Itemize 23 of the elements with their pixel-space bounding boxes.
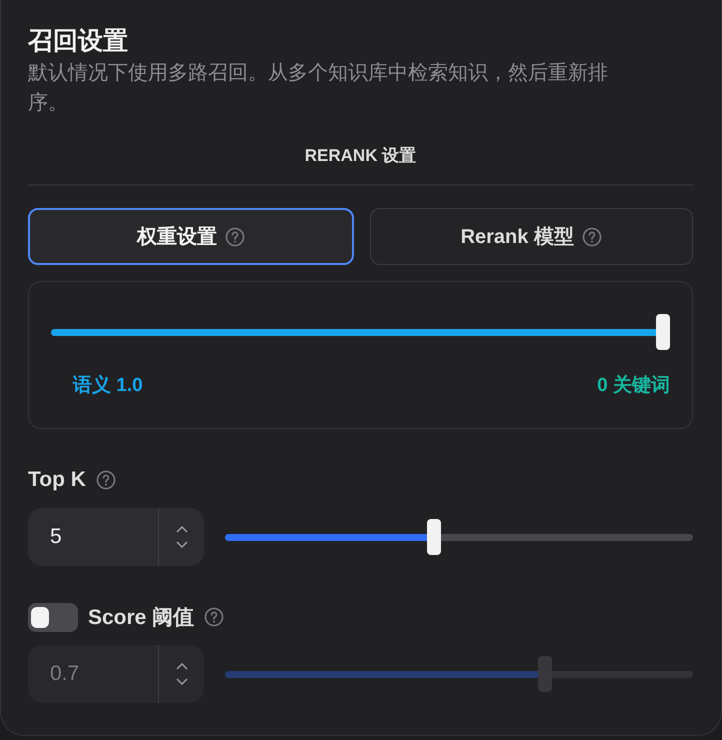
slider[interactable] xyxy=(225,655,693,693)
panel-title: 召回设置 xyxy=(28,26,129,57)
param-label: Top K xyxy=(28,468,86,492)
number-input[interactable]: 5 xyxy=(28,508,158,566)
slider-thumb[interactable] xyxy=(656,314,670,350)
chevron-up-icon[interactable] xyxy=(176,526,188,533)
help-icon[interactable] xyxy=(96,470,116,490)
keyword-weight-label: 0 关键词 xyxy=(597,374,670,398)
chevron-down-icon[interactable] xyxy=(176,541,188,548)
chevron-down-icon[interactable] xyxy=(176,678,188,685)
panel-description: 默认情况下使用多路召回。从多个知识库中检索知识，然后重新排序。 xyxy=(28,61,609,116)
help-icon[interactable] xyxy=(204,607,224,627)
semantic-weight-label: 语义 1.0 xyxy=(73,374,143,398)
slider-thumb[interactable] xyxy=(427,519,442,555)
tab[interactable]: Rerank 模型 xyxy=(370,208,693,265)
tab[interactable]: 权重设置 xyxy=(28,208,354,265)
help-icon[interactable] xyxy=(582,226,602,246)
weight-slider[interactable] xyxy=(51,313,670,351)
param-label: Score 阈值 xyxy=(88,605,194,631)
help-icon[interactable] xyxy=(224,226,245,246)
section-title: RERANK 设置 xyxy=(304,145,418,167)
chevron-up-icon[interactable] xyxy=(176,663,188,670)
slider[interactable] xyxy=(225,518,693,556)
